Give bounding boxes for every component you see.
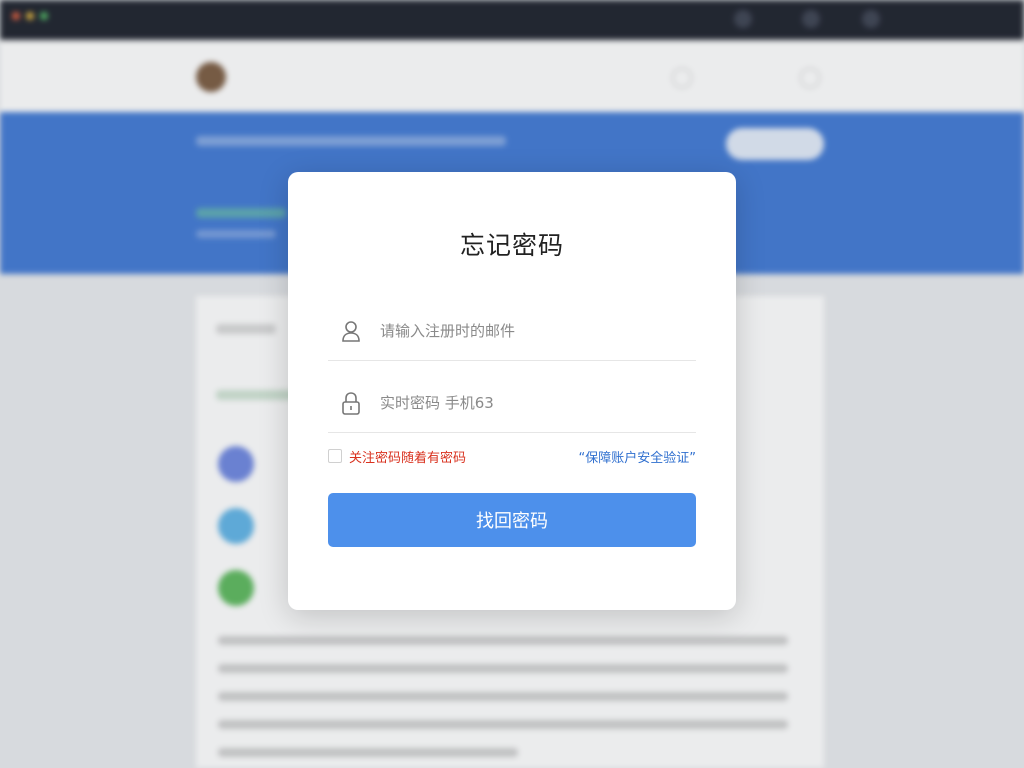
user-icon (340, 319, 362, 343)
lock-icon (340, 391, 362, 415)
account-input[interactable] (378, 321, 682, 341)
dialog-title: 忘记密码 (459, 231, 564, 260)
remember-option[interactable]: 关注密码随着有密码 (328, 447, 466, 466)
code-field (328, 374, 696, 433)
code-input[interactable] (378, 393, 682, 413)
recover-password-button[interactable]: 找回密码 (328, 493, 696, 547)
forgot-password-dialog: 忘记密码 关注密码随着有密码 “保障账户安全验证” 找回密码 (288, 172, 736, 610)
account-field (328, 302, 696, 361)
remember-checkbox[interactable] (328, 449, 342, 463)
options-row: 关注密码随着有密码 “保障账户安全验证” (328, 446, 696, 466)
security-verify-link[interactable]: “保障账户安全验证” (579, 447, 696, 466)
remember-label: 关注密码随着有密码 (349, 450, 467, 466)
